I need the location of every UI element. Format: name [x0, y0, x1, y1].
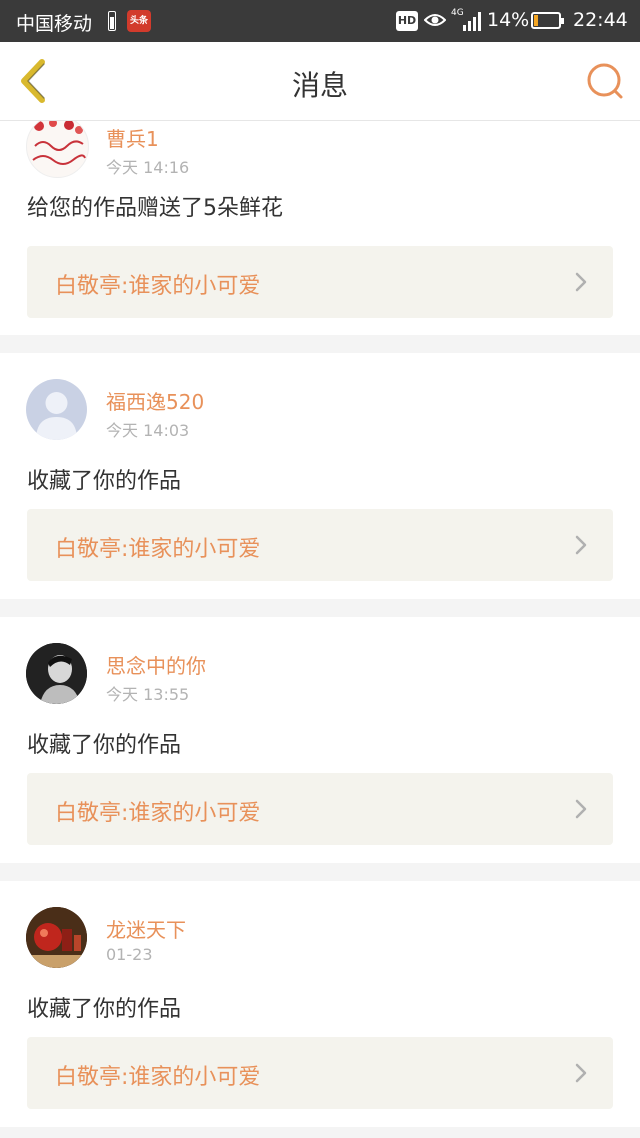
chevron-right-icon: [575, 799, 587, 819]
battery-level-fill: [534, 15, 538, 26]
search-button[interactable]: [584, 60, 626, 102]
message-time: 今天 14:16: [106, 158, 190, 177]
red-ornament-avatar-icon: [26, 907, 87, 968]
birthday-cake-avatar-icon: [32, 121, 86, 165]
carrier-name: 中国移动: [16, 13, 93, 35]
user-name[interactable]: 龙迷天下: [106, 914, 186, 943]
action-text: 收藏了你的作品: [27, 997, 182, 1022]
avatar[interactable]: [26, 379, 87, 440]
header-bar: 消息: [0, 42, 640, 121]
action-text: 给您的作品赠送了5朵鲜花: [27, 196, 283, 221]
status-bar: 中国移动 头条 HD 4G 14% 22:44: [0, 0, 640, 42]
work-link[interactable]: 白敬亭:谁家的小可爱: [27, 246, 613, 318]
hd-voice-icon: HD: [396, 11, 418, 31]
message-item: 福西逸520 今天 14:03 收藏了你的作品 白敬亭:谁家的小可爱: [0, 353, 640, 599]
message-item: 曹兵1 今天 14:16 给您的作品赠送了5朵鲜花 白敬亭:谁家的小可爱: [0, 121, 640, 335]
chevron-right-icon: [575, 272, 587, 292]
signal-strength-icon: [463, 12, 481, 31]
message-list[interactable]: 曹兵1 今天 14:16 给您的作品赠送了5朵鲜花 白敬亭:谁家的小可爱 福西逸…: [0, 121, 640, 1138]
avatar[interactable]: [26, 121, 89, 178]
chevron-right-icon: [575, 535, 587, 555]
message-time: 今天 13:55: [106, 685, 190, 704]
battery-percent: 14%: [487, 9, 530, 31]
work-link[interactable]: 白敬亭:谁家的小可爱: [27, 509, 613, 581]
work-title: 白敬亭:谁家的小可爱: [55, 537, 261, 562]
portrait-avatar-icon: [26, 643, 87, 704]
work-title: 白敬亭:谁家的小可爱: [55, 274, 261, 299]
search-icon: [587, 63, 623, 99]
user-name[interactable]: 思念中的你: [106, 650, 206, 679]
avatar[interactable]: [26, 643, 87, 704]
work-link[interactable]: 白敬亭:谁家的小可爱: [27, 1037, 613, 1109]
action-text: 收藏了你的作品: [27, 733, 182, 758]
action-text: 收藏了你的作品: [27, 469, 182, 494]
user-name[interactable]: 曹兵1: [106, 123, 159, 152]
work-title: 白敬亭:谁家的小可爱: [55, 801, 261, 826]
avatar[interactable]: [26, 907, 87, 968]
clock: 22:44: [573, 9, 628, 31]
notification-alert-icon: [108, 11, 116, 31]
user-name[interactable]: 福西逸520: [106, 386, 204, 415]
work-title: 白敬亭:谁家的小可爱: [55, 1065, 261, 1090]
message-item: 思念中的你 今天 13:55 收藏了你的作品 白敬亭:谁家的小可爱: [0, 617, 640, 863]
message-time: 今天 14:03: [106, 421, 190, 440]
message-time: 01-23: [106, 945, 153, 964]
page-title: 消息: [291, 69, 348, 102]
eye-comfort-icon: [424, 14, 446, 26]
message-item: 龙迷天下 01-23 收藏了你的作品 白敬亭:谁家的小可爱: [0, 881, 640, 1127]
battery-icon: [531, 12, 564, 29]
news-app-icon: 头条: [127, 10, 151, 32]
default-person-avatar-icon: [36, 392, 77, 440]
chevron-right-icon: [575, 1063, 587, 1083]
work-link[interactable]: 白敬亭:谁家的小可爱: [27, 773, 613, 845]
